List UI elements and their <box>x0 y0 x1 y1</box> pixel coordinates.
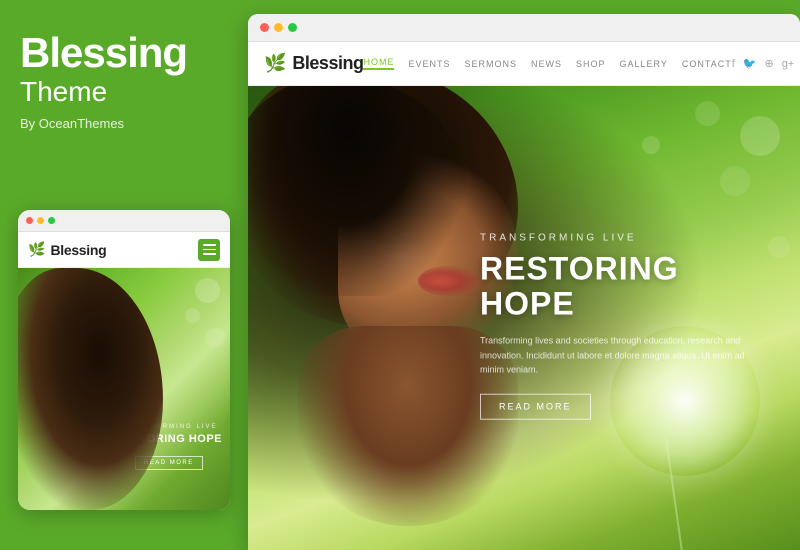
nav-news[interactable]: NEWS <box>531 59 562 69</box>
desktop-logo-area: 🌿 Blessing <box>264 53 363 74</box>
bokeh-4 <box>642 136 660 154</box>
desktop-social-icons: f 🐦 ⊕ g+ ✉ <box>732 57 800 70</box>
desktop-hero-bg: TRANSFORMING LIVE RESTORING HOPE Transfo… <box>248 86 800 550</box>
theme-subtitle: Theme <box>20 76 228 108</box>
desktop-browser-bar <box>248 14 800 42</box>
nav-sermons[interactable]: SERMONS <box>464 59 517 69</box>
facebook-icon[interactable]: f <box>732 58 735 70</box>
desktop-logo-text: Blessing <box>292 53 363 74</box>
dot-green-dot <box>48 217 55 224</box>
nav-contact[interactable]: CONTACT <box>682 59 732 69</box>
mobile-bokeh-1 <box>195 278 220 303</box>
rss-icon[interactable]: ⊕ <box>764 57 773 70</box>
left-panel: Blessing Theme By OceanThemes 🌿 Blessing <box>0 0 248 550</box>
dot-yellow <box>37 217 44 224</box>
mobile-person-silhouette <box>18 268 163 510</box>
desktop-description: Transforming lives and societies through… <box>480 334 760 377</box>
nav-shop[interactable]: SHOP <box>576 59 606 69</box>
theme-title: Blessing <box>20 30 228 76</box>
google-plus-icon[interactable]: g+ <box>782 58 795 70</box>
mobile-hero: TRANSFORMING LIVE RESTORING HOPE READ MO… <box>18 268 230 510</box>
desktop-dot-green <box>288 23 297 32</box>
desktop-heading: RESTORING HOPE <box>480 252 760 322</box>
bokeh-1 <box>740 116 780 156</box>
hamburger-icon[interactable] <box>198 239 220 261</box>
mobile-nav: 🌿 Blessing <box>18 232 230 268</box>
bokeh-2 <box>695 101 720 126</box>
nav-gallery[interactable]: GALLERY <box>620 59 668 69</box>
desktop-preview: 🌿 Blessing HOME EVENTS SERMONS NEWS SHOP… <box>248 14 800 550</box>
desktop-nav: 🌿 Blessing HOME EVENTS SERMONS NEWS SHOP… <box>248 42 800 86</box>
desktop-dot-yellow <box>274 23 283 32</box>
mobile-hero-bg: TRANSFORMING LIVE RESTORING HOPE READ MO… <box>18 268 230 510</box>
hero-text-overlay: TRANSFORMING LIVE RESTORING HOPE Transfo… <box>480 233 760 420</box>
nav-home[interactable]: HOME <box>363 57 394 70</box>
bokeh-5 <box>768 236 790 258</box>
twitter-icon[interactable]: 🐦 <box>743 57 757 70</box>
theme-by: By OceanThemes <box>20 116 228 131</box>
hamburger-line-1 <box>203 244 216 246</box>
mobile-logo-area: 🌿 Blessing <box>28 241 106 258</box>
mobile-browser-bar <box>18 210 230 232</box>
desktop-leaf-icon: 🌿 <box>264 53 286 74</box>
mobile-bokeh-2 <box>185 308 200 323</box>
bokeh-3 <box>720 166 750 196</box>
hamburger-line-3 <box>203 253 216 255</box>
mobile-bokeh-3 <box>205 328 225 348</box>
mobile-preview: 🌿 Blessing TRANSFORMING LIVE <box>18 210 230 510</box>
desktop-tagline: TRANSFORMING LIVE <box>480 233 760 244</box>
desktop-hero: TRANSFORMING LIVE RESTORING HOPE Transfo… <box>248 86 800 550</box>
nav-events[interactable]: EVENTS <box>408 59 450 69</box>
hamburger-line-2 <box>203 249 216 251</box>
desktop-nav-links: HOME EVENTS SERMONS NEWS SHOP GALLERY CO… <box>363 57 731 70</box>
desktop-dot-red <box>260 23 269 32</box>
mobile-logo-text: Blessing <box>50 242 106 258</box>
desktop-readmore-btn[interactable]: READ MORE <box>480 393 591 419</box>
dot-red <box>26 217 33 224</box>
mobile-leaf-icon: 🌿 <box>28 241 45 258</box>
